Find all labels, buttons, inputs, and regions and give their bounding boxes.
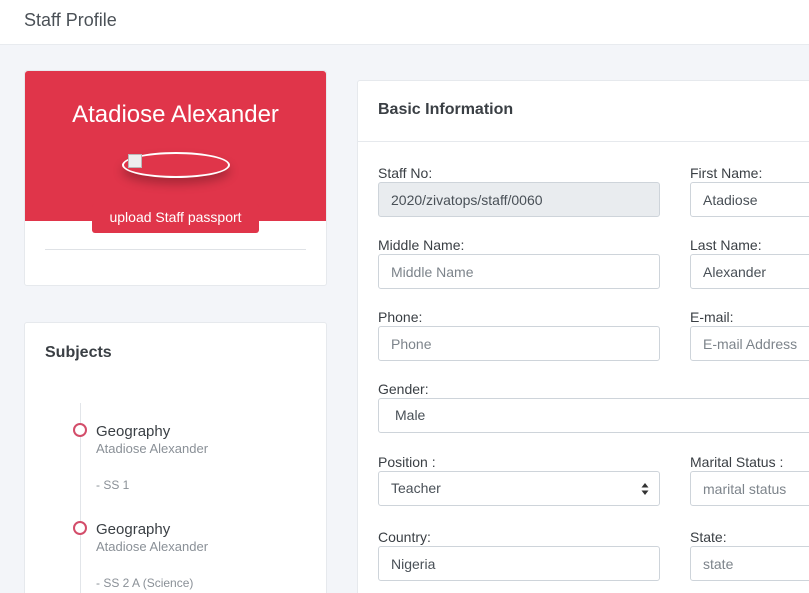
upload-passport-button[interactable]: upload Staff passport xyxy=(92,204,259,233)
basic-information-title: Basic Information xyxy=(378,101,514,118)
country-label: Country: xyxy=(378,529,431,545)
phone-label: Phone: xyxy=(378,309,423,325)
gender-select[interactable]: Male xyxy=(378,398,809,433)
position-select[interactable]: Teacher xyxy=(378,471,660,506)
email-label: E-mail: xyxy=(690,309,734,325)
middle-name-field[interactable] xyxy=(378,254,660,289)
profile-name: Atadiose Alexander xyxy=(72,101,279,128)
sort-arrows-icon xyxy=(641,483,649,495)
staff-no-field[interactable] xyxy=(378,182,660,217)
middle-name-label: Middle Name: xyxy=(378,237,465,253)
subject-class: - SS 2 A (Science) xyxy=(96,576,194,590)
subject-name: Geography xyxy=(96,423,171,440)
profile-header: Atadiose Alexander xyxy=(25,71,326,221)
first-name-field[interactable] xyxy=(690,182,809,217)
avatar xyxy=(122,152,230,178)
broken-image-icon xyxy=(128,154,142,168)
profile-card: Atadiose Alexander upload Staff passport xyxy=(24,70,327,286)
subjects-card: Subjects Geography Atadiose Alexander - … xyxy=(24,322,327,593)
subject-name: Geography xyxy=(96,521,171,538)
last-name-label: Last Name: xyxy=(690,237,762,253)
email-field[interactable] xyxy=(690,326,809,361)
first-name-label: First Name: xyxy=(690,165,763,181)
staff-no-label: Staff No: xyxy=(378,165,433,181)
country-field[interactable] xyxy=(378,546,660,581)
subject-class: - SS 1 xyxy=(96,478,130,492)
subject-teacher: Atadiose Alexander xyxy=(96,539,209,554)
timeline-dot-icon xyxy=(73,521,87,535)
subjects-title: Subjects xyxy=(45,344,112,361)
page-title: Staff Profile xyxy=(24,10,117,30)
state-field[interactable] xyxy=(690,546,809,581)
marital-status-label: Marital Status : xyxy=(690,454,784,470)
marital-status-field[interactable] xyxy=(690,471,809,506)
gender-label: Gender: xyxy=(378,381,429,397)
position-label: Position : xyxy=(378,454,436,470)
state-label: State: xyxy=(690,529,727,545)
top-bar: Staff Profile xyxy=(0,0,809,45)
phone-field[interactable] xyxy=(378,326,660,361)
subject-teacher: Atadiose Alexander xyxy=(96,441,209,456)
divider xyxy=(45,249,306,250)
last-name-field[interactable] xyxy=(690,254,809,289)
divider xyxy=(358,141,809,142)
position-value: Teacher xyxy=(391,480,441,496)
basic-information-card: Basic Information Staff No: First Name: … xyxy=(357,80,809,593)
timeline-dot-icon xyxy=(73,423,87,437)
